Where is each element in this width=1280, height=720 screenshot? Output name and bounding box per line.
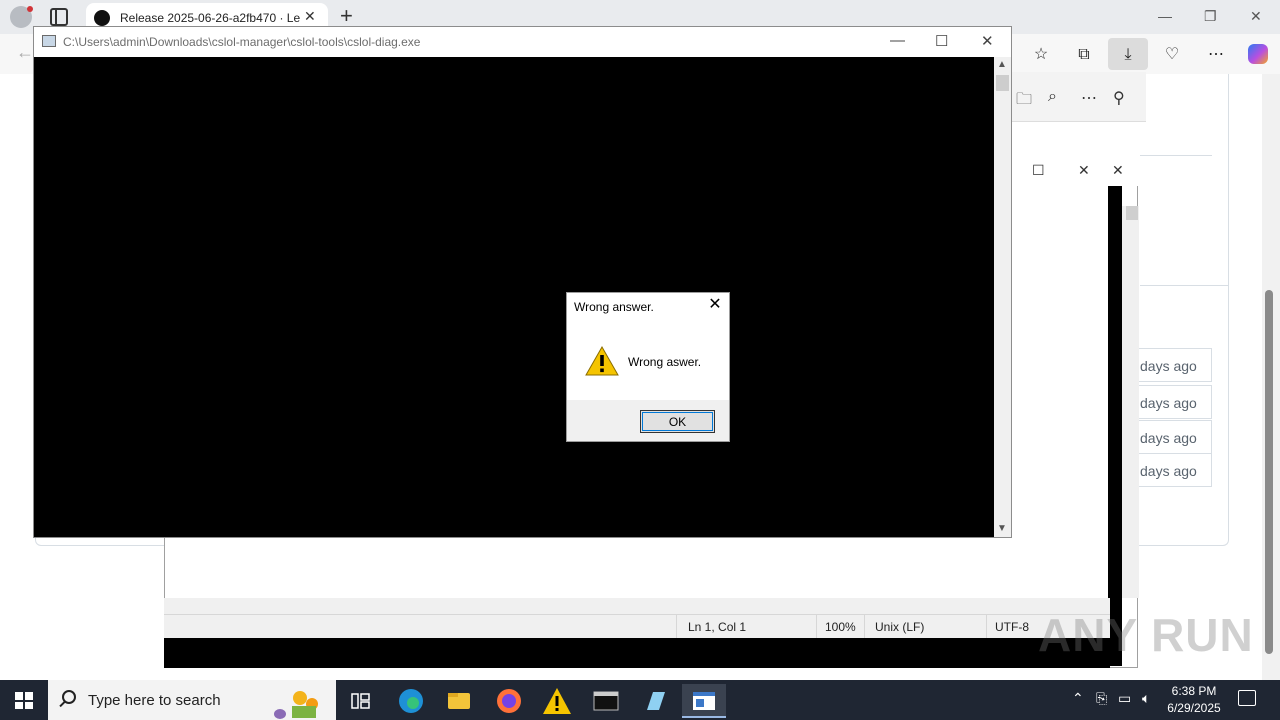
scroll-down-icon[interactable]: ▼ (997, 523, 1007, 534)
task-view-icon[interactable] (338, 684, 382, 718)
taskbar-search[interactable]: Type here to search (48, 680, 336, 720)
pin-icon[interactable]: ⚲ (1113, 88, 1125, 108)
notepad-bottom-strip (164, 638, 1110, 668)
search-downloads-icon[interactable]: ⌕ (1048, 88, 1057, 106)
file-explorer-icon[interactable] (437, 684, 481, 718)
clock-time[interactable]: 6:38 PM (1166, 684, 1222, 698)
status-separator (816, 615, 817, 639)
status-line-ending: Unix (LF) (875, 620, 925, 634)
github-icon (94, 10, 110, 26)
profile-avatar[interactable] (10, 6, 33, 28)
back-arrow-icon[interactable]: ← (16, 42, 34, 63)
console-app-taskbar-icon[interactable] (682, 684, 726, 718)
browser-close-button[interactable]: ✕ (1250, 8, 1262, 25)
console-title: C:\Users\admin\Downloads\cslol-manager\c… (63, 35, 421, 49)
terminal-icon[interactable] (584, 684, 628, 718)
status-separator (864, 615, 865, 639)
clock-date[interactable]: 6/29/2025 (1162, 701, 1226, 715)
asset-row: days ago (1132, 348, 1212, 382)
browser-restore-button[interactable]: ❐ (1204, 8, 1217, 25)
firefox-icon[interactable] (487, 684, 531, 718)
search-highlight-icon (274, 691, 318, 719)
dialog-title: Wrong answer. (574, 300, 654, 314)
tab-actions-icon[interactable] (50, 8, 68, 26)
status-separator (986, 615, 987, 639)
notepad-scroll-thumb[interactable] (1126, 206, 1138, 220)
ok-button[interactable]: OK (640, 410, 715, 433)
watermark: ANY RUN (1038, 609, 1254, 661)
notepad-app-icon[interactable] (633, 684, 677, 718)
asset-time: days ago (1140, 358, 1197, 374)
console-scrollbar[interactable] (994, 57, 1011, 537)
notepad-maximize-button[interactable]: ☐ (1032, 162, 1045, 179)
console-maximize-button[interactable]: ☐ (935, 32, 948, 50)
divider (1140, 155, 1212, 156)
asset-row: days ago (1132, 385, 1212, 419)
search-placeholder: Type here to search (88, 692, 221, 709)
favorites-icon[interactable]: ☆ (1030, 44, 1052, 66)
asset-row: days ago (1132, 420, 1212, 454)
new-tab-icon[interactable]: + (340, 4, 353, 28)
page-scroll-thumb[interactable] (1265, 290, 1273, 654)
tab-close-icon[interactable]: ✕ (304, 8, 316, 25)
tab-title: Release 2025-06-26-a2fb470 · Le (120, 11, 300, 25)
tray-chevron-icon[interactable]: ⌃ (1072, 690, 1084, 707)
notepad-horizontal-scrollbar[interactable] (164, 598, 1110, 614)
status-encoding: UTF-8 (995, 620, 1029, 634)
status-separator (676, 615, 677, 639)
asset-row: days ago (1132, 453, 1212, 487)
dialog-message: Wrong aswer. (628, 355, 702, 369)
edge-icon[interactable] (389, 684, 433, 718)
console-minimize-button[interactable]: — (890, 32, 905, 49)
asset-time: days ago (1140, 395, 1197, 411)
notepad-vertical-scrollbar[interactable] (1122, 206, 1139, 598)
start-button[interactable] (0, 680, 48, 720)
browser-minimize-button[interactable]: — (1158, 8, 1172, 24)
scroll-up-icon[interactable]: ▲ (997, 59, 1007, 70)
console-output[interactable] (34, 57, 994, 537)
notepad-status-bar: Ln 1, Col 1 100% Unix (LF) UTF-8 (164, 614, 1110, 639)
search-icon (62, 690, 76, 704)
console-close-button[interactable]: ✕ (981, 32, 994, 50)
collections-icon[interactable]: ⧉ (1073, 44, 1095, 66)
console-app-icon (42, 35, 56, 47)
dialog-close-icon[interactable]: ✕ (706, 296, 724, 314)
tray-device-icon[interactable]: ⎘ (1096, 690, 1107, 707)
notepad-dark-edge (1108, 186, 1122, 666)
status-zoom: 100% (825, 620, 856, 634)
volume-icon[interactable]: 🔈︎ (1142, 690, 1150, 707)
windows-logo-icon (15, 692, 33, 709)
notepad-close-button[interactable]: ✕ (1078, 162, 1090, 179)
more-menu-icon[interactable]: ⋯ (1205, 44, 1227, 66)
download-icon[interactable]: ⤓ (1117, 44, 1139, 66)
divider (1140, 285, 1228, 286)
asset-time: days ago (1140, 463, 1197, 479)
network-icon[interactable]: ▭ (1118, 690, 1131, 707)
more-options-icon[interactable]: ⋯ (1081, 88, 1097, 108)
console-scroll-thumb[interactable] (996, 75, 1009, 91)
asset-time: days ago (1140, 430, 1197, 446)
notepad-outer-close-button[interactable]: ✕ (1112, 162, 1124, 179)
browser-essentials-icon[interactable]: ♡ (1161, 44, 1183, 66)
notifications-icon[interactable] (1238, 690, 1256, 706)
open-folder-icon[interactable]: 🗀 (1016, 88, 1032, 115)
warning-icon (585, 346, 619, 376)
warning-app-icon[interactable] (535, 684, 579, 718)
copilot-icon[interactable] (1248, 44, 1268, 64)
status-position: Ln 1, Col 1 (688, 620, 747, 634)
